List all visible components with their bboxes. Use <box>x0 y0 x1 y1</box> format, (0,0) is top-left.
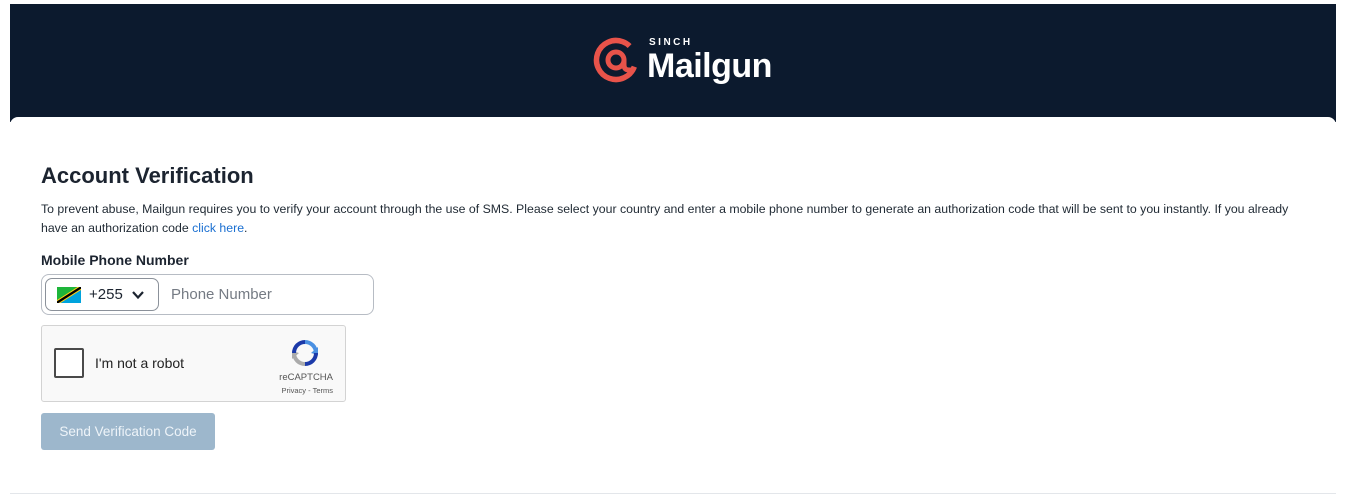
page-title: Account Verification <box>41 163 254 188</box>
description-end: . <box>244 221 248 235</box>
recaptcha-checkbox[interactable] <box>54 348 84 378</box>
chevron-down-icon <box>131 290 144 299</box>
tanzania-flag-icon <box>57 286 81 303</box>
click-here-link[interactable]: click here <box>192 221 244 235</box>
recaptcha-privacy-link[interactable]: Privacy <box>281 386 306 395</box>
phone-field: +255 <box>41 274 374 315</box>
country-code: +255 <box>89 286 123 303</box>
mailgun-logo[interactable]: SINCH Mailgun <box>593 32 772 88</box>
top-header: SINCH Mailgun <box>10 4 1336 122</box>
phone-number-input[interactable] <box>171 286 361 303</box>
recaptcha-links: Privacy - Terms <box>281 386 333 395</box>
recaptcha-terms-link[interactable]: Terms <box>313 386 333 395</box>
verification-description: To prevent abuse, Mailgun requires you t… <box>41 200 1311 238</box>
country-code-select[interactable]: +255 <box>45 278 159 311</box>
recaptcha-brand: reCAPTCHA <box>279 372 333 383</box>
verification-form: Account Verification To prevent abuse, M… <box>41 163 1311 450</box>
verification-card: Account Verification To prevent abuse, M… <box>10 117 1336 494</box>
recaptcha-widget: I'm not a robot reCAPTCHA Privacy - Term… <box>41 325 346 402</box>
send-verification-code-button[interactable]: Send Verification Code <box>41 413 215 450</box>
recaptcha-label: I'm not a robot <box>95 355 185 371</box>
mailgun-at-icon <box>593 37 639 83</box>
brand-name: Mailgun <box>647 46 772 85</box>
phone-label: Mobile Phone Number <box>41 252 189 268</box>
recaptcha-icon <box>292 340 318 366</box>
brand-parent: SINCH <box>649 36 693 48</box>
